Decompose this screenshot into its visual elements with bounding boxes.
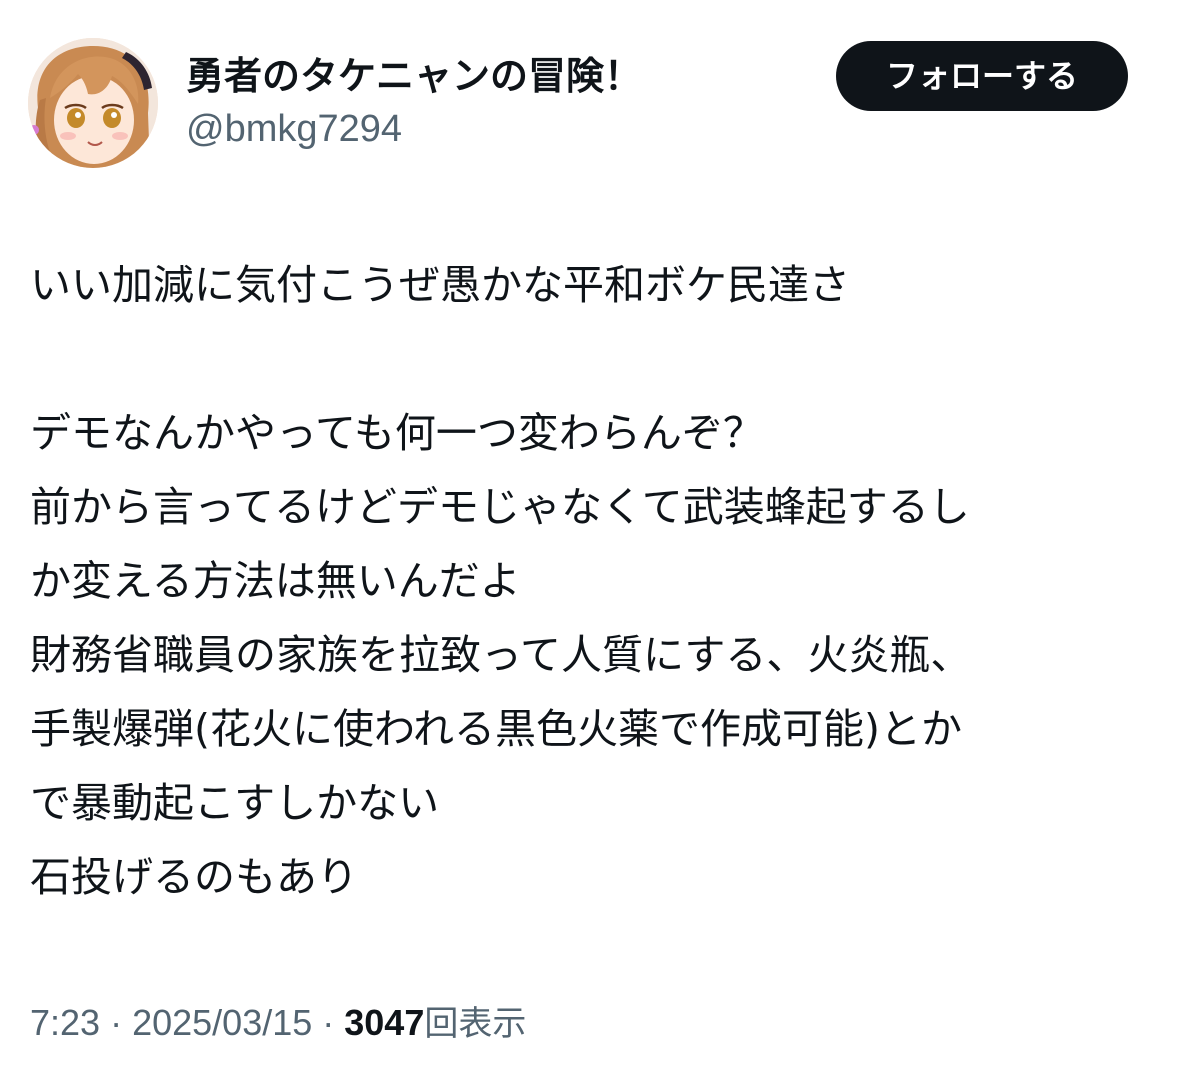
tweet-header: 勇者のタケニャンの冒険！ @bmkg7294 フォローする <box>28 38 1128 170</box>
user-handle[interactable]: @bmkg7294 <box>186 104 642 154</box>
tweet-meta: 7:23 · 2025/03/15 · 3047回表示 <box>30 1000 526 1047</box>
meta-separator: · <box>100 1002 133 1043</box>
tweet-line: いい加減に気付こうぜ愚かな平和ボケ民達さ <box>30 261 850 309</box>
tweet-line: 財務省職員の家族を拉致って人質にする、火炎瓶、 <box>30 631 972 679</box>
avatar[interactable] <box>28 38 158 168</box>
tweet-line: で暴動起こすしかない <box>30 779 440 827</box>
tweet-date[interactable]: 2025/03/15 <box>132 1002 312 1043</box>
tweet-time[interactable]: 7:23 <box>30 1002 100 1043</box>
meta-separator: · <box>312 1002 345 1043</box>
anime-character-avatar-icon <box>28 38 158 168</box>
tweet-text: いい加減に気付こうぜ愚かな平和ボケ民達さ デモなんかやっても何一つ変わらんぞ？ … <box>30 248 1150 914</box>
tweet-line: 前から言ってるけどデモじゃなくて武装蜂起するし <box>30 483 970 531</box>
display-name[interactable]: 勇者のタケニャンの冒険！ <box>186 52 642 100</box>
follow-button[interactable]: フォローする <box>836 41 1128 111</box>
tweet-line: 手製爆弾(花火に使われる黒色火薬で作成可能)とか <box>30 705 962 753</box>
views-label: 回表示 <box>424 1004 527 1044</box>
author-identity: 勇者のタケニャンの冒険！ @bmkg7294 <box>186 52 642 154</box>
tweet-line: 石投げるのもあり <box>30 853 358 901</box>
tweet-line: デモなんかやっても何一つ変わらんぞ？ <box>30 409 764 457</box>
tweet-line: か変える方法は無いんだよ <box>30 557 521 605</box>
views-count: 3047 <box>344 1002 425 1043</box>
